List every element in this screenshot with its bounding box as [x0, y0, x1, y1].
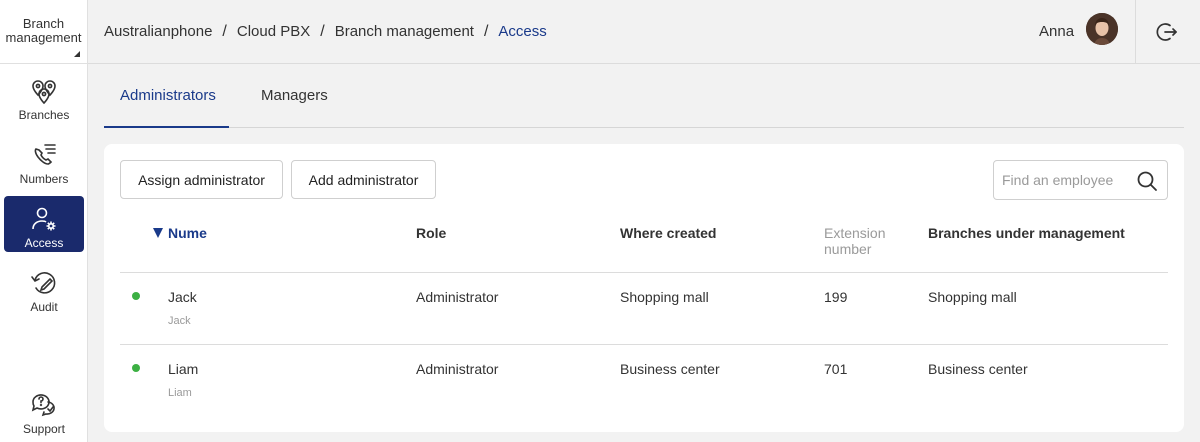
column-header-extension-line2: number	[824, 241, 872, 257]
sidebar: Branch management Branches Numbers Acces…	[0, 0, 88, 442]
employee-extension: 701	[824, 361, 848, 377]
employee-role: Administrator	[416, 289, 499, 305]
access-icon	[32, 207, 56, 231]
tab-managers[interactable]: Managers	[261, 64, 328, 128]
employee-subname: Jack	[168, 315, 191, 327]
sidebar-header-line1: Branch	[22, 16, 65, 31]
column-header-extension[interactable]: Extension number	[824, 225, 885, 257]
employee-where-created: Shopping mall	[620, 289, 709, 305]
divider	[1135, 0, 1136, 64]
branches-icon	[32, 80, 56, 105]
employee-where-created: Business center	[620, 361, 720, 377]
sidebar-item-label: Branches	[18, 108, 70, 122]
breadcrumb-item[interactable]: Australianphone	[104, 23, 212, 40]
column-header-branches[interactable]: Branches under management	[928, 225, 1125, 241]
employee-search	[993, 160, 1168, 200]
breadcrumb: Australianphone / Cloud PBX / Branch managem…	[104, 23, 547, 41]
employee-branches: Business center	[928, 361, 1028, 377]
employee-extension: 199	[824, 289, 848, 305]
column-header-extension-line1: Extension	[824, 225, 886, 241]
assign-administrator-button[interactable]: Assign administrator	[120, 160, 283, 199]
tab-administrators[interactable]: Administrators	[120, 64, 216, 128]
sidebar-item-support[interactable]: Support	[4, 382, 84, 438]
table-row[interactable]: Jack Jack Administrator Shopping mall 19…	[104, 272, 1184, 344]
logout-icon[interactable]	[1155, 20, 1179, 44]
add-administrator-button[interactable]: Add administrator	[291, 160, 436, 199]
column-header-role[interactable]: Role	[416, 225, 446, 241]
sidebar-item-label: Access	[24, 236, 64, 250]
active-tab-indicator	[104, 126, 229, 128]
employee-name: Liam	[168, 361, 199, 377]
sort-descending-icon[interactable]	[153, 228, 163, 238]
status-online-icon	[132, 292, 140, 300]
sidebar-item-label: Audit	[30, 300, 58, 314]
audit-icon	[31, 272, 56, 294]
search-icon[interactable]	[1136, 170, 1158, 192]
tab-bar: Administrators Managers	[104, 64, 1184, 128]
sidebar-item-label: Numbers	[19, 172, 69, 186]
table-row[interactable]: Liam Liam Administrator Business center …	[104, 344, 1184, 416]
employee-name: Jack	[168, 289, 197, 305]
status-online-icon	[132, 364, 140, 372]
numbers-icon	[34, 144, 56, 165]
search-input[interactable]	[1002, 170, 1132, 190]
sidebar-item-numbers[interactable]: Numbers	[4, 132, 84, 188]
employee-role: Administrator	[416, 361, 499, 377]
administrators-panel: Assign administrator Add administrator N…	[104, 144, 1184, 432]
column-header-where-created[interactable]: Where created	[620, 225, 716, 241]
breadcrumb-separator: /	[483, 23, 489, 40]
breadcrumb-current: Access	[498, 23, 547, 40]
branch-management-selector[interactable]: Branch management	[0, 0, 87, 64]
sidebar-header-line2: management	[5, 30, 82, 45]
sidebar-item-label: Support	[22, 422, 66, 436]
user-name[interactable]: Anna	[1039, 23, 1074, 40]
breadcrumb-item[interactable]: Cloud PBX	[237, 23, 310, 40]
breadcrumb-separator: /	[222, 23, 227, 40]
sidebar-item-audit[interactable]: Audit	[4, 260, 84, 316]
support-icon	[31, 394, 55, 417]
sidebar-item-branches[interactable]: Branches	[4, 68, 84, 124]
employee-branches: Shopping mall	[928, 289, 1017, 305]
top-bar: Australianphone / Cloud PBX / Branch managem…	[88, 0, 1200, 64]
sidebar-item-access[interactable]: Access	[4, 196, 84, 252]
breadcrumb-item[interactable]: Branch management	[335, 23, 474, 40]
column-header-name[interactable]: Nume	[168, 225, 207, 241]
employee-subname: Liam	[168, 387, 192, 399]
breadcrumb-separator: /	[320, 23, 325, 40]
corner-triangle-icon	[74, 51, 80, 57]
avatar[interactable]	[1086, 13, 1118, 45]
